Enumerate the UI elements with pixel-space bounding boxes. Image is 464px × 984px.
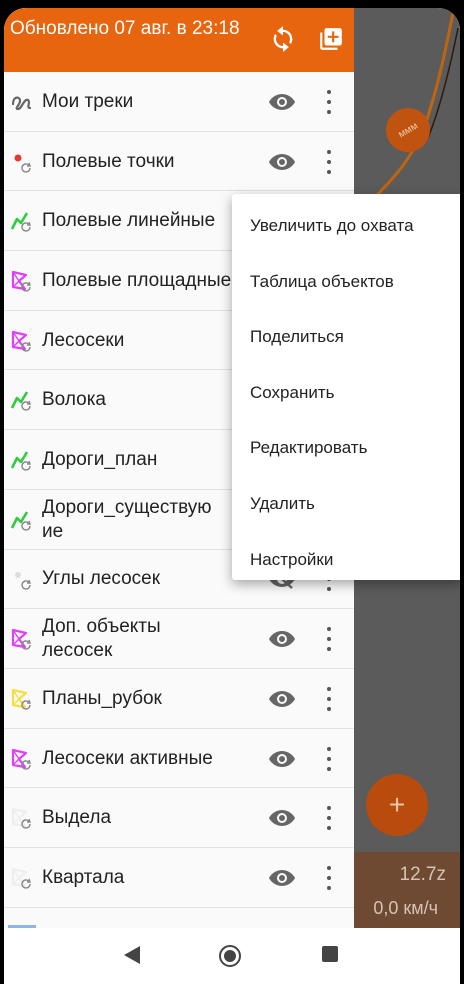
- refresh-icon: [273, 26, 293, 52]
- panel-header: Обновлено 07 авг. в 23:18: [4, 8, 354, 72]
- layer-name: Волока: [42, 389, 106, 411]
- layer-row[interactable]: Планы_рубок: [4, 669, 354, 729]
- polygon-layer-icon: [10, 747, 36, 771]
- menu-delete-item[interactable]: Удалить: [250, 494, 315, 514]
- nav-back-button[interactable]: [122, 944, 142, 971]
- layer-row[interactable]: Мои треки: [4, 72, 354, 132]
- polygon-layer-icon: [10, 329, 36, 353]
- visibility-icon[interactable]: [268, 152, 296, 172]
- layer-name-line2: лесосек: [42, 640, 113, 662]
- point-layer-icon: [10, 567, 36, 591]
- visibility-icon[interactable]: [268, 868, 296, 888]
- menu-zoom-to-extent-item[interactable]: Увеличить до охвата: [250, 216, 414, 236]
- menu-save-item[interactable]: Сохранить: [250, 383, 334, 403]
- line-layer-icon: [10, 448, 36, 472]
- visibility-icon[interactable]: [268, 92, 296, 112]
- nav-home-button[interactable]: [218, 944, 242, 973]
- more-vert-icon[interactable]: [324, 89, 334, 114]
- visibility-icon[interactable]: [268, 629, 296, 649]
- layer-name: Выдела: [42, 807, 112, 829]
- layer-name: Мои треки: [42, 90, 134, 112]
- app-screen: ммм + 12.7z 0,0 км/ч Обновлено 07 авг. в…: [4, 8, 460, 984]
- layer-name: Лесосеки активные: [42, 747, 213, 769]
- more-vert-icon[interactable]: [324, 686, 334, 711]
- layer-context-menu: Увеличить до охвата Таблица объектов Подел…: [232, 194, 460, 580]
- more-vert-icon[interactable]: [324, 865, 334, 890]
- add-layer-button[interactable]: [316, 24, 346, 54]
- polygon-layer-icon: [10, 806, 36, 830]
- menu-edit-item[interactable]: Редактировать: [250, 438, 367, 458]
- layer-row[interactable]: Доп. объекты лесосек: [4, 609, 354, 669]
- add-layer-icon: [320, 28, 342, 50]
- more-vert-icon[interactable]: [324, 149, 334, 174]
- back-triangle-icon: [124, 946, 140, 964]
- zoom-level: 12.7z: [399, 864, 446, 885]
- layer-name-line2: ие: [42, 520, 64, 542]
- panel-title: Обновлено 07 авг. в 23:18: [10, 18, 240, 39]
- point-layer-icon: [10, 150, 36, 174]
- visibility-icon[interactable]: [268, 749, 296, 769]
- layer-row[interactable]: Выдела: [4, 788, 354, 849]
- polygon-layer-icon: [10, 269, 36, 293]
- layer-name-line1: Доп. объекты: [42, 616, 161, 638]
- more-vert-icon[interactable]: [324, 806, 334, 831]
- home-circle-icon: [219, 945, 241, 967]
- visibility-icon[interactable]: [268, 689, 296, 709]
- layer-row[interactable]: Квартала: [4, 848, 354, 908]
- menu-settings-item[interactable]: Настройки: [250, 550, 333, 570]
- layer-name: Полевые линейные: [42, 210, 216, 232]
- map-add-button[interactable]: +: [366, 774, 428, 836]
- layer-name: Углы лесосек: [42, 568, 161, 590]
- line-layer-icon: [10, 209, 36, 233]
- layer-row[interactable]: Полевые точки: [4, 131, 354, 192]
- polygon-layer-icon: [10, 687, 36, 711]
- speed-readout: 0,0 км/ч: [373, 898, 438, 918]
- line-layer-icon: [10, 508, 36, 532]
- layer-name: Лесосеки: [42, 329, 125, 351]
- more-vert-icon[interactable]: [324, 627, 334, 652]
- menu-share-item[interactable]: Поделиться: [250, 327, 344, 347]
- menu-feature-table-item[interactable]: Таблица объектов: [250, 272, 394, 292]
- track-icon: [10, 90, 36, 114]
- line-layer-icon: [10, 388, 36, 412]
- more-vert-icon[interactable]: [324, 746, 334, 771]
- layer-name: Квартала: [42, 866, 125, 888]
- layer-name: Дороги_существую ие: [42, 496, 262, 544]
- layer-name: Доп. объекты лесосек: [42, 615, 262, 663]
- refresh-button[interactable]: [268, 24, 298, 54]
- layer-name: Полевые точки: [42, 150, 175, 172]
- nav-recents-button[interactable]: [320, 944, 340, 969]
- layer-row[interactable]: Лесосеки активные: [4, 728, 354, 789]
- visibility-icon[interactable]: [268, 808, 296, 828]
- layer-name: Дороги_план: [42, 449, 158, 471]
- layer-name-line1: Дороги_существую: [42, 496, 212, 518]
- layer-name: Планы_рубок: [42, 687, 162, 709]
- polygon-layer-icon: [10, 866, 36, 890]
- recents-square-icon: [322, 946, 338, 962]
- layer-name: Полевые площадные: [42, 269, 232, 291]
- map-status-bar: 12.7z 0,0 км/ч: [354, 852, 460, 928]
- system-nav-bar: [4, 928, 460, 984]
- polygon-layer-icon: [10, 627, 36, 651]
